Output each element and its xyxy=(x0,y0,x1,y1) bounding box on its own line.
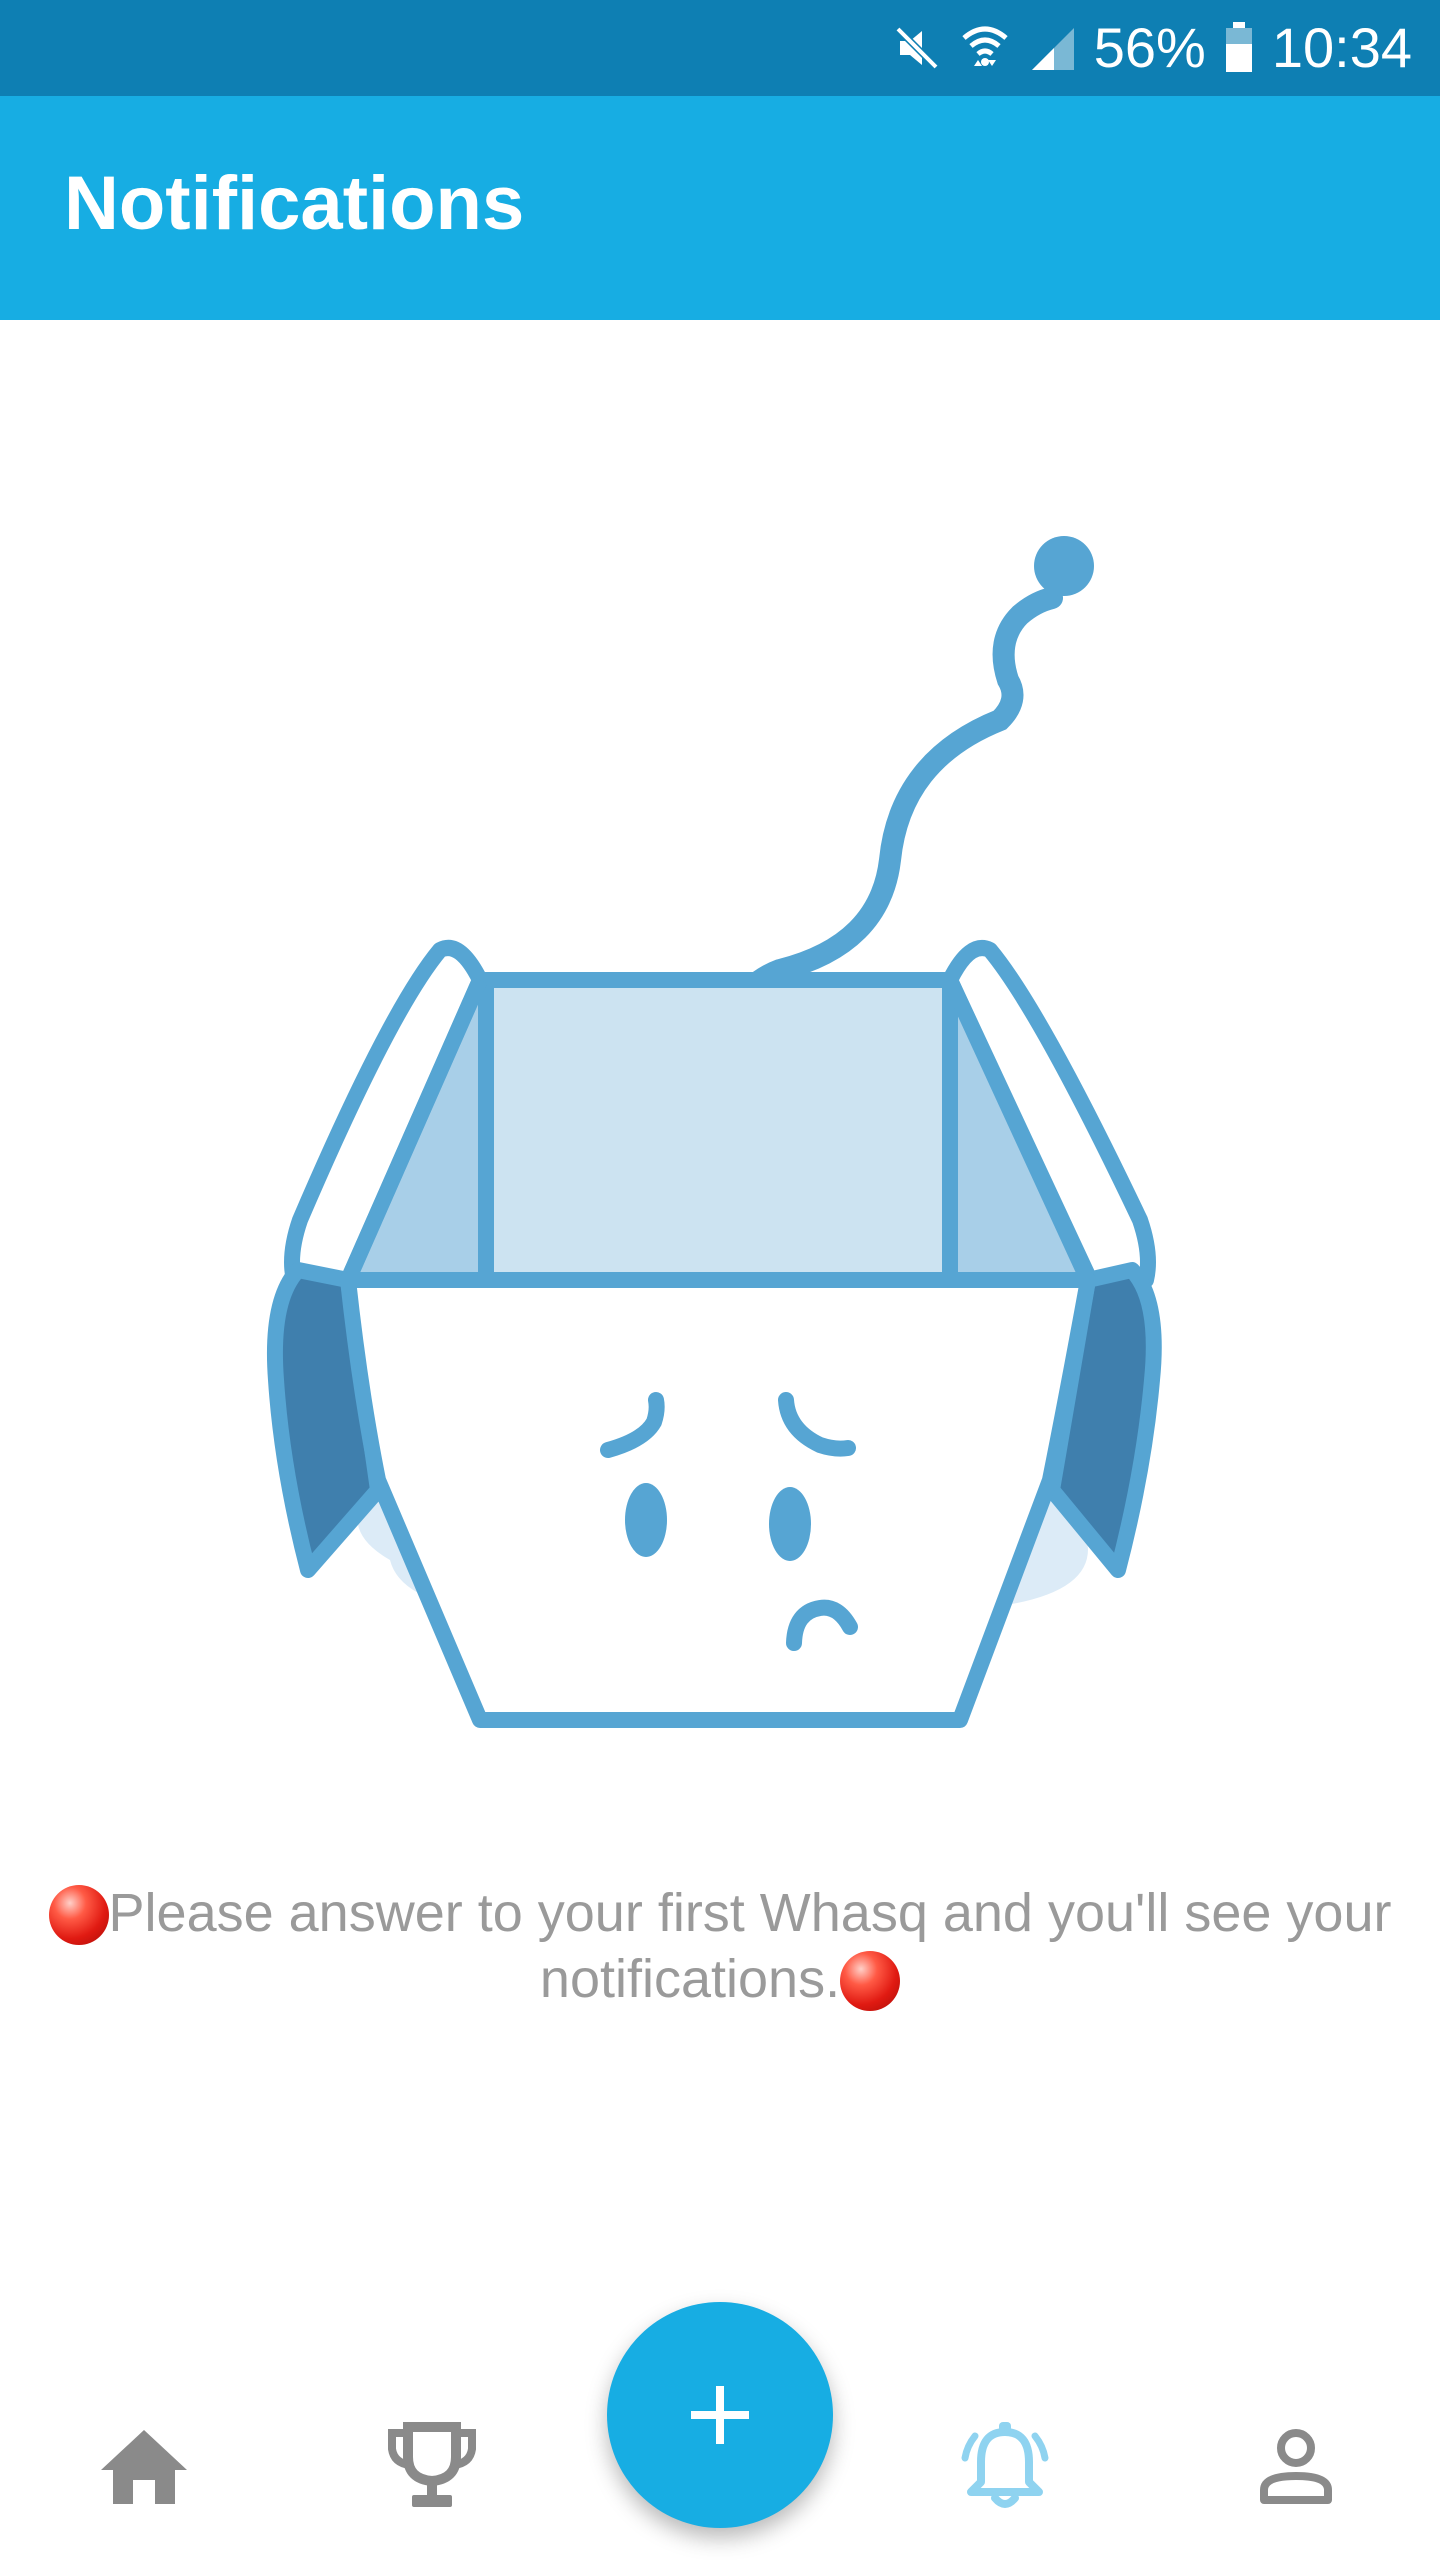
profile-icon xyxy=(1260,2429,1332,2504)
sad-empty-box-illustration xyxy=(260,520,1180,1780)
signal-icon xyxy=(1028,24,1076,72)
message-line-1: Please answer to your first Whasq and yo… xyxy=(0,1880,1440,1946)
status-bar: 56% 10:34 xyxy=(0,0,1440,96)
home-icon xyxy=(101,2430,187,2504)
red-ball-icon xyxy=(840,1951,901,2011)
plus-icon xyxy=(691,2386,749,2444)
page-title: Notifications xyxy=(64,161,525,246)
battery-percent: 56% xyxy=(1093,16,1206,79)
battery-icon xyxy=(1224,22,1254,74)
status-icons: 56% 10:34 xyxy=(892,0,1412,96)
nav-leaderboard[interactable] xyxy=(372,2406,492,2526)
add-button[interactable] xyxy=(607,2302,833,2528)
wifi-icon xyxy=(960,22,1010,74)
empty-state-message: Please answer to your first Whasq and yo… xyxy=(0,1880,1440,2012)
mute-icon xyxy=(892,23,942,73)
nav-home[interactable] xyxy=(84,2406,204,2526)
message-line-2: notifications. xyxy=(0,1946,1440,2012)
nav-notifications[interactable] xyxy=(945,2406,1065,2526)
app-bar: Notifications xyxy=(0,96,1440,320)
red-ball-icon xyxy=(48,1885,109,1945)
status-time: 10:34 xyxy=(1271,16,1412,79)
trophy-icon xyxy=(388,2422,476,2507)
bell-icon xyxy=(961,2422,1049,2508)
message-text-2: notifications. xyxy=(539,1949,841,2009)
nav-profile[interactable] xyxy=(1236,2406,1356,2526)
notifications-screen: 56% 10:34 Notifications Please answer to… xyxy=(0,0,1440,2560)
message-text-1: Please answer to your first Whasq and yo… xyxy=(108,1883,1392,1943)
